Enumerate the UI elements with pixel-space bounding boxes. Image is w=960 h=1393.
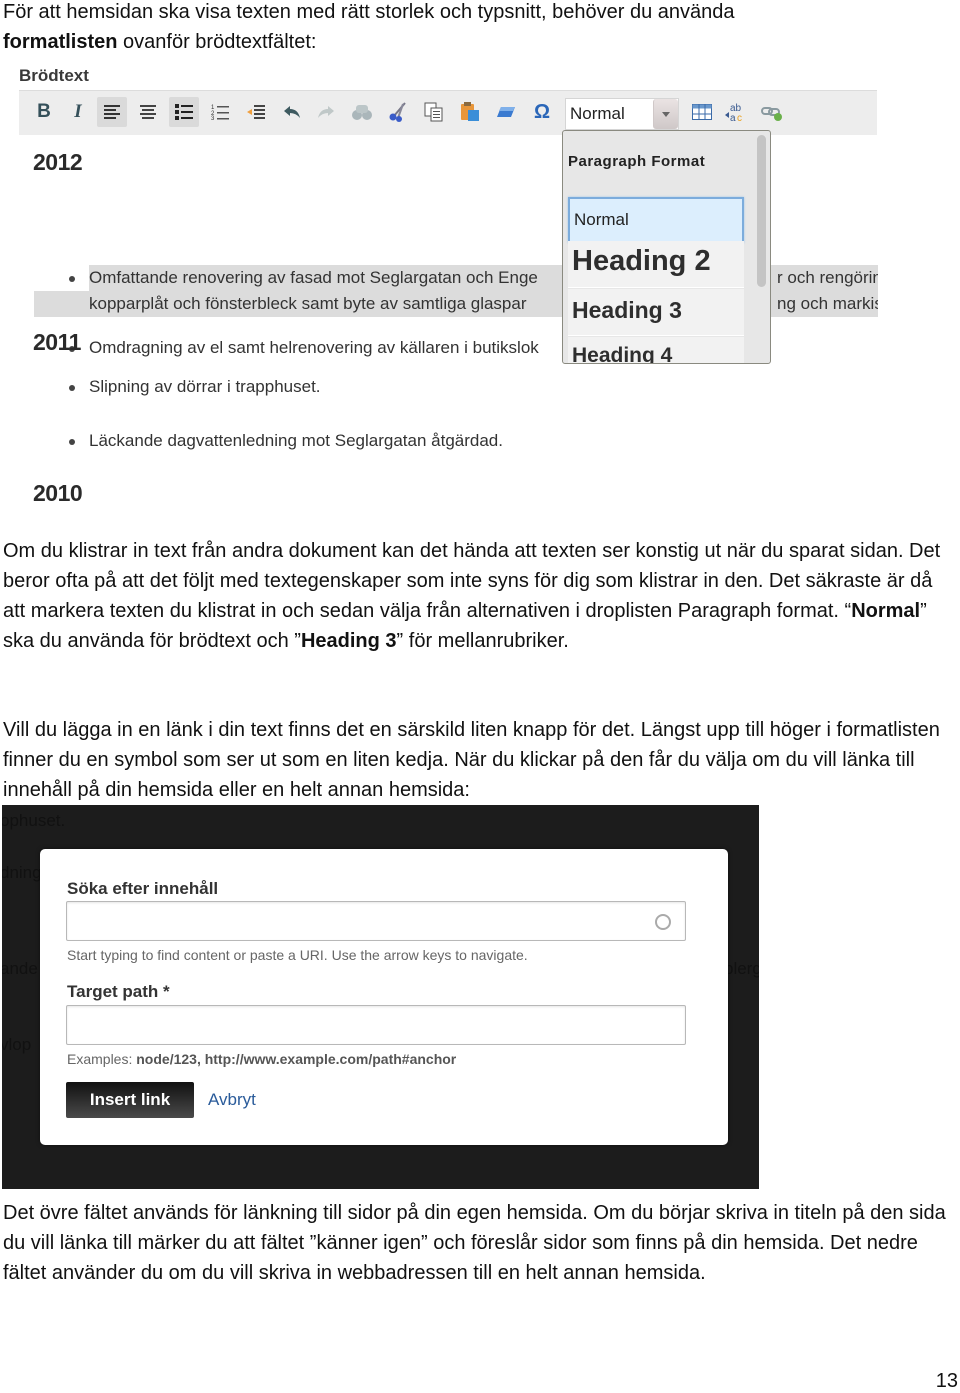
align-left-icon xyxy=(104,105,120,119)
svg-text:c: c xyxy=(737,113,742,122)
background-text: vlop xyxy=(2,1035,32,1054)
paste-icon xyxy=(461,102,479,121)
redo-icon xyxy=(318,106,334,118)
format-option-normal[interactable]: Normal xyxy=(568,197,744,243)
year-heading: 2010 xyxy=(33,480,83,502)
lower-paragraph: Det övre fältet används för länkning til… xyxy=(3,1202,946,1284)
list-item: Slipning av dörrar i trapphuset. xyxy=(69,374,321,400)
intro-text: För att hemsidan ska visa texten med rät… xyxy=(3,1,735,23)
search-content-input[interactable] xyxy=(66,901,686,941)
find-icon xyxy=(352,105,372,120)
italic-button[interactable]: I xyxy=(63,97,93,127)
list-item: Omdragning av el samt helrenovering av k… xyxy=(69,335,539,361)
bold-normal: Normal xyxy=(851,600,921,622)
background-text: ophuset. xyxy=(2,811,66,830)
search-content-label: Söka efter innehåll xyxy=(67,879,219,898)
bold-heading-3: Heading 3 xyxy=(300,630,397,652)
replace-icon: aba c xyxy=(725,103,742,122)
redo-button[interactable] xyxy=(311,97,341,127)
copy-icon xyxy=(424,102,443,122)
target-path-input[interactable] xyxy=(66,1005,686,1045)
italic-icon: I xyxy=(74,101,82,122)
background-text: dning xyxy=(2,863,42,882)
background-text: ande xyxy=(2,959,38,978)
bold-button[interactable]: B xyxy=(29,97,59,127)
align-left-button[interactable] xyxy=(97,97,127,127)
undo-button[interactable] xyxy=(277,97,307,127)
intro-bold-term: formatlisten xyxy=(3,31,118,53)
link-button[interactable] xyxy=(757,97,787,127)
list-item: Läckande dagvattenledning mot Seglargata… xyxy=(69,428,503,454)
svg-text:a: a xyxy=(730,113,736,122)
omega-icon: Ω xyxy=(533,100,551,123)
list-item: Omfattande renovering av fasad mot Segla… xyxy=(69,265,538,291)
dropdown-scrollbar[interactable] xyxy=(757,135,766,287)
background-text: blerg xyxy=(724,959,759,978)
field-label: Brödtext xyxy=(19,66,89,85)
list-item-continuation: kopparplåt och fönsterbleck samt byte av… xyxy=(89,294,527,313)
insert-link-button[interactable]: Insert link xyxy=(66,1082,194,1118)
autocomplete-throbber-icon xyxy=(655,914,671,930)
table-icon xyxy=(692,104,712,120)
special-char-button[interactable]: Ω xyxy=(527,97,557,127)
paste-button[interactable] xyxy=(455,97,485,127)
cut-icon xyxy=(389,102,406,122)
find-button[interactable] xyxy=(347,97,377,127)
link-icon xyxy=(761,107,782,121)
align-center-icon xyxy=(140,105,156,119)
bullet-icon xyxy=(69,276,75,282)
undo-icon xyxy=(284,106,300,118)
cut-button[interactable] xyxy=(383,97,413,127)
eraser-button[interactable] xyxy=(491,97,521,127)
intro-paragraph: För att hemsidan ska visa texten med rät… xyxy=(3,0,953,57)
cancel-link[interactable]: Avbryt xyxy=(208,1090,256,1110)
bulleted-list-icon xyxy=(175,104,193,120)
editor-screenshot: Brödtext B I 123 Ω Normal ab a c 2012 Om… xyxy=(18,62,878,502)
intro-text-rest: ovanför brödtextfältet: xyxy=(117,31,317,53)
outdent-icon xyxy=(247,105,265,119)
bullet-icon xyxy=(69,385,75,391)
link-paragraph: Vill du lägga in en länk i din text finn… xyxy=(3,719,940,801)
search-help-text: Start typing to find content or paste a … xyxy=(67,947,528,963)
target-help-text: Examples: node/123, http://www.example.c… xyxy=(67,1051,457,1067)
bold-icon: B xyxy=(37,101,51,122)
numbered-list-button[interactable]: 123 xyxy=(205,97,235,127)
list-item-overflow: r och rengörin xyxy=(777,268,878,287)
copy-button[interactable] xyxy=(419,97,449,127)
paragraph-format-dropdown: Paragraph Format Normal Heading 2 Headin… xyxy=(562,130,771,364)
eraser-icon xyxy=(497,107,515,117)
dropdown-title: Paragraph Format xyxy=(568,153,706,170)
replace-button[interactable]: ab a c xyxy=(721,97,751,127)
paste-paragraph: Om du klistrar in text från andra dokume… xyxy=(3,540,941,652)
numbered-list-icon: 123 xyxy=(211,105,229,120)
align-center-button[interactable] xyxy=(133,97,163,127)
page-number: 13 xyxy=(935,1370,958,1392)
format-option-heading-3[interactable]: Heading 3 xyxy=(568,289,744,336)
chevron-down-icon[interactable] xyxy=(653,99,678,129)
svg-text:3: 3 xyxy=(211,116,215,120)
format-select-value: Normal xyxy=(570,104,625,123)
bullet-icon xyxy=(69,439,75,445)
paragraph-format-select[interactable]: Normal xyxy=(565,98,679,130)
list-item-overflow: ng och markis xyxy=(777,294,878,313)
year-heading: 2011 xyxy=(33,329,81,355)
outdent-button[interactable] xyxy=(241,97,271,127)
target-path-label: Target path * xyxy=(67,982,170,1001)
format-option-heading-4[interactable]: Heading 4 xyxy=(568,337,744,363)
table-button[interactable] xyxy=(687,97,717,127)
format-option-heading-2[interactable]: Heading 2 xyxy=(568,241,744,288)
bulleted-list-button[interactable] xyxy=(169,97,199,127)
insert-link-modal: Söka efter innehåll Start typing to find… xyxy=(40,849,728,1145)
link-dialog-screenshot: ophuset. dning ande blerg vlop Söka efte… xyxy=(2,805,759,1189)
year-heading: 2012 xyxy=(33,149,83,175)
